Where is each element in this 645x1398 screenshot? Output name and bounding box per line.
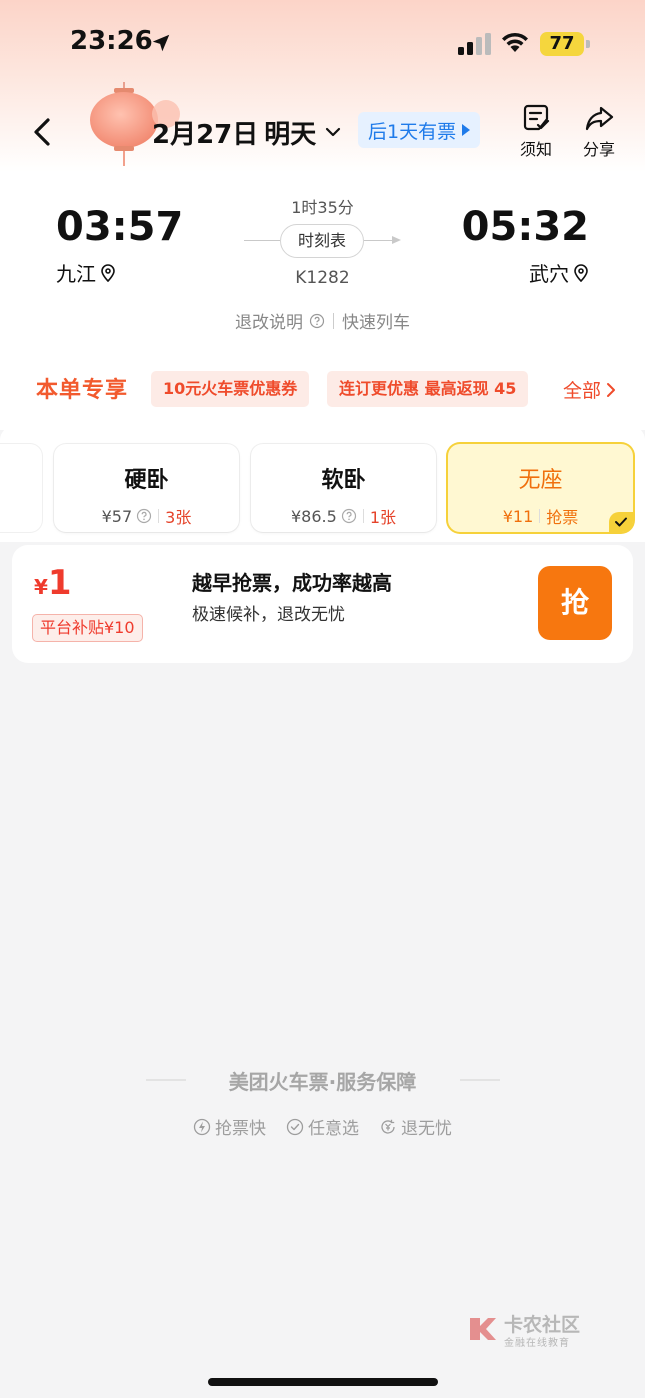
guarantee-label: 抢票快 [215,1119,266,1139]
seat-card-hard-sleeper[interactable]: 硬卧 ¥57 3张 [54,444,239,532]
chevron-down-icon [326,127,341,137]
grab-ticket-button[interactable]: 抢 [538,566,612,640]
battery-level: 77 [540,32,584,56]
grab-price-amount: 1 [47,563,72,603]
battery-tip [586,40,590,48]
refund-policy-link[interactable]: 退改说明 [235,308,303,333]
arrive-time: 05:32 [461,204,589,250]
divider [158,509,160,523]
grab-ticket-card: ¥1 平台补贴¥10 越早抢票，成功率越高 极速候补，退改无忧 抢 [12,545,633,663]
seat-panel: 硬卧 ¥57 3张 软卧 ¥86.5 1张 无座 ¥11 抢票 [0,426,645,542]
checkmark-icon [615,517,627,527]
arrive-station-label: 武穴 [529,262,569,286]
seat-name: 无座 [518,468,563,493]
journey-info: 03:57 九江 1时35分 时刻表 K1282 05:32 武穴 退改说明 快… [0,190,645,340]
guarantee-items: 抢票快 任意选 退无忧 [0,1114,645,1139]
cellular-signal-icon [458,33,491,55]
notice-icon [523,104,550,131]
watermark-title: 卡农社区 [504,1314,581,1336]
location-arrow-icon [152,34,170,52]
status-bar: 23:26 77 [0,0,645,88]
route-line-left [244,240,280,241]
divider [460,1079,500,1081]
seat-price: ¥57 [101,506,133,526]
seat-availability: 1张 [369,508,396,527]
question-icon[interactable] [341,508,357,524]
grab-title: 越早抢票，成功率越高 [192,571,392,595]
guarantee-label: 退无忧 [401,1119,452,1139]
play-triangle-icon [462,124,471,136]
promo-title: 本单专享 [36,378,129,403]
promo-all-label: 全部 [562,380,601,402]
status-time: 23:26 [70,26,153,56]
guarantee-item: 退无忧 [379,1114,452,1139]
seat-availability: 抢票 [546,508,579,527]
chevron-right-icon [607,382,615,397]
watermark-logo-icon [470,1318,496,1340]
refund-row: 退改说明 快速列车 [0,308,645,333]
seat-card-soft-sleeper[interactable]: 软卧 ¥86.5 1张 [251,444,436,532]
seat-price: ¥86.5 [291,506,337,526]
nav-bar: 2月27日 明天 后1天有票 须知 分享 [0,100,645,170]
divider [539,509,541,523]
notice-label: 须知 [519,140,552,159]
home-indicator[interactable] [208,1378,438,1386]
selected-badge [609,512,633,532]
seat-name: 硬卧 [124,468,169,493]
divider [362,509,364,523]
notice-button[interactable]: 须知 [512,102,560,160]
seat-name: 软卧 [321,468,366,493]
promo-strip: 本单专享 10元火车票优惠券 连订更优惠 最高返现 45 全部 [12,358,633,414]
seat-info: ¥86.5 1张 [251,504,436,528]
coupon-train-ticket[interactable]: 10元火车票优惠券 [151,371,310,407]
currency-symbol: ¥ [34,575,48,599]
divider [333,312,334,329]
question-icon[interactable] [136,508,152,524]
battery-indicator: 77 [540,32,590,56]
grab-price: ¥1 [34,563,72,603]
arrive-station[interactable]: 武穴 [529,258,589,287]
wifi-icon [502,32,528,52]
train-type: 快速列车 [342,313,410,333]
guarantee-label: 任意选 [308,1119,359,1139]
share-label: 分享 [582,140,615,159]
guarantee-title: 美团火车票·服务保障 [228,1070,417,1094]
date-label: 2月27日 [152,119,259,150]
location-pin-icon [574,263,588,282]
guarantee-item: 抢票快 [193,1114,266,1139]
subsidy-badge: 平台补贴¥10 [32,614,143,642]
next-day-ticket-label: 后1天有票 [368,120,457,143]
share-icon [585,106,614,131]
route-line-right [364,240,394,241]
back-icon[interactable] [28,112,58,152]
lightning-icon [193,1118,211,1135]
seat-availability: 3张 [165,508,192,527]
date-selector[interactable]: 2月27日 明天 [152,114,342,150]
route-arrow-icon [392,236,401,244]
seat-info: ¥57 3张 [54,504,239,528]
watermark: 卡农社区 金融在线教育 [466,1310,586,1350]
watermark-subtitle: 金融在线教育 [504,1338,570,1349]
seat-card-partial[interactable] [0,444,42,532]
guarantee-item: 任意选 [286,1114,359,1139]
check-circle-icon [286,1118,304,1135]
refund-icon [381,1119,395,1134]
seat-price: ¥11 [502,506,534,526]
question-icon[interactable] [309,313,325,329]
seat-card-no-seat[interactable]: 无座 ¥11 抢票 [448,444,633,532]
share-button[interactable]: 分享 [575,102,623,160]
schedule-button[interactable]: 时刻表 [280,224,364,258]
day-label: 明天 [264,119,317,150]
promo-all-link[interactable]: 全部 [563,376,617,403]
next-day-ticket-button[interactable]: 后1天有票 [358,112,481,148]
grab-description: 极速候补，退改无忧 [192,605,345,625]
seat-info: ¥11 抢票 [448,504,633,528]
coupon-cashback[interactable]: 连订更优惠 最高返现 45 [327,371,529,407]
